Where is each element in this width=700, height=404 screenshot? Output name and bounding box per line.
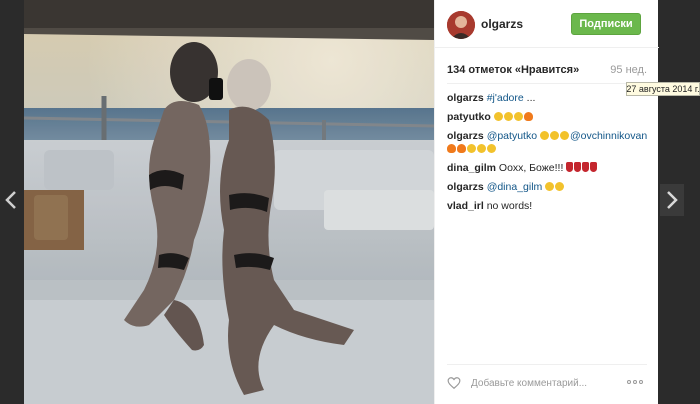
comment-item: patyutko bbox=[447, 111, 653, 124]
hashtag-link[interactable]: #j'adore bbox=[487, 92, 524, 104]
more-options-icon bbox=[627, 380, 631, 384]
likes-count[interactable]: 134 отметок «Нравится» bbox=[447, 64, 579, 76]
comment-item: dina_gilm Оохх, Боже!!! bbox=[447, 162, 653, 175]
fire-emoji-icon bbox=[457, 144, 466, 153]
emoji-icon bbox=[493, 112, 503, 121]
dress-emoji-icon bbox=[566, 162, 574, 172]
emoji-group bbox=[493, 111, 534, 123]
comment-username[interactable]: dina_gilm bbox=[447, 162, 496, 174]
comment-username[interactable]: patyutko bbox=[447, 111, 491, 123]
fire-emoji-icon bbox=[447, 144, 456, 153]
follow-button[interactable]: Подписки bbox=[571, 13, 641, 35]
comment-item: olgarzs #j'adore ... bbox=[447, 92, 653, 105]
mention-link[interactable]: @dina_gilm bbox=[487, 181, 543, 193]
next-post-button[interactable] bbox=[660, 184, 684, 216]
comment-username[interactable]: olgarzs bbox=[447, 181, 484, 193]
sunglasses-emoji-icon bbox=[559, 131, 569, 140]
dress-emoji-icon bbox=[582, 162, 590, 172]
comment-item: vlad_irl no words! bbox=[447, 200, 653, 213]
emoji-icon bbox=[503, 112, 513, 121]
comment-text: no words! bbox=[483, 200, 533, 212]
comments-list: olgarzs #j'adore ... patyutko olgarzs @p… bbox=[447, 92, 653, 219]
fire-emoji-icon bbox=[523, 112, 533, 121]
emoji-icon bbox=[555, 182, 565, 191]
emoji-icon bbox=[477, 144, 486, 153]
like-button[interactable] bbox=[447, 376, 461, 390]
post-author-username[interactable]: olgarzs bbox=[481, 17, 523, 31]
post-photo[interactable] bbox=[24, 0, 434, 404]
comment-text: Оохх, Боже!!! bbox=[496, 162, 567, 174]
post-footer bbox=[435, 364, 659, 404]
chevron-left-icon bbox=[5, 191, 16, 209]
post-details-panel: olgarzs Подписки 134 отметок «Нравится» … bbox=[434, 0, 659, 404]
comment-username[interactable]: vlad_irl bbox=[447, 200, 484, 212]
emoji-icon bbox=[487, 144, 496, 153]
emoji-icon bbox=[513, 112, 523, 121]
emoji-icon bbox=[545, 182, 555, 191]
more-options-button[interactable] bbox=[625, 375, 645, 389]
emoji-icon bbox=[467, 144, 476, 153]
mention-link[interactable]: @patyutko bbox=[487, 130, 537, 142]
likes-row: 134 отметок «Нравится» 95 нед. bbox=[447, 64, 653, 78]
date-tooltip: 27 августа 2014 г. bbox=[626, 82, 700, 96]
photo-image bbox=[24, 0, 434, 404]
comment-item: olgarzs @dina_gilm bbox=[447, 181, 653, 194]
emoji-icon bbox=[549, 131, 559, 140]
comment-item: olgarzs @patyutko @ovchinnikovan bbox=[447, 130, 653, 156]
divider bbox=[447, 83, 647, 84]
post-header: olgarzs Подписки bbox=[435, 0, 659, 48]
dress-emoji-icon bbox=[590, 162, 598, 172]
add-comment-input[interactable] bbox=[471, 374, 621, 392]
comment-username[interactable]: olgarzs bbox=[447, 130, 484, 142]
chevron-right-icon bbox=[667, 191, 678, 209]
dress-emoji-icon bbox=[574, 162, 582, 172]
emoji-icon bbox=[539, 131, 549, 140]
post-age[interactable]: 95 нед. bbox=[610, 64, 647, 76]
mention-link[interactable]: @ovchinnikovan bbox=[570, 130, 647, 142]
avatar[interactable] bbox=[447, 11, 475, 39]
comment-text: ... bbox=[523, 92, 536, 104]
heart-icon bbox=[447, 377, 461, 390]
comment-username[interactable]: olgarzs bbox=[447, 92, 484, 104]
previous-post-button[interactable] bbox=[0, 185, 22, 215]
